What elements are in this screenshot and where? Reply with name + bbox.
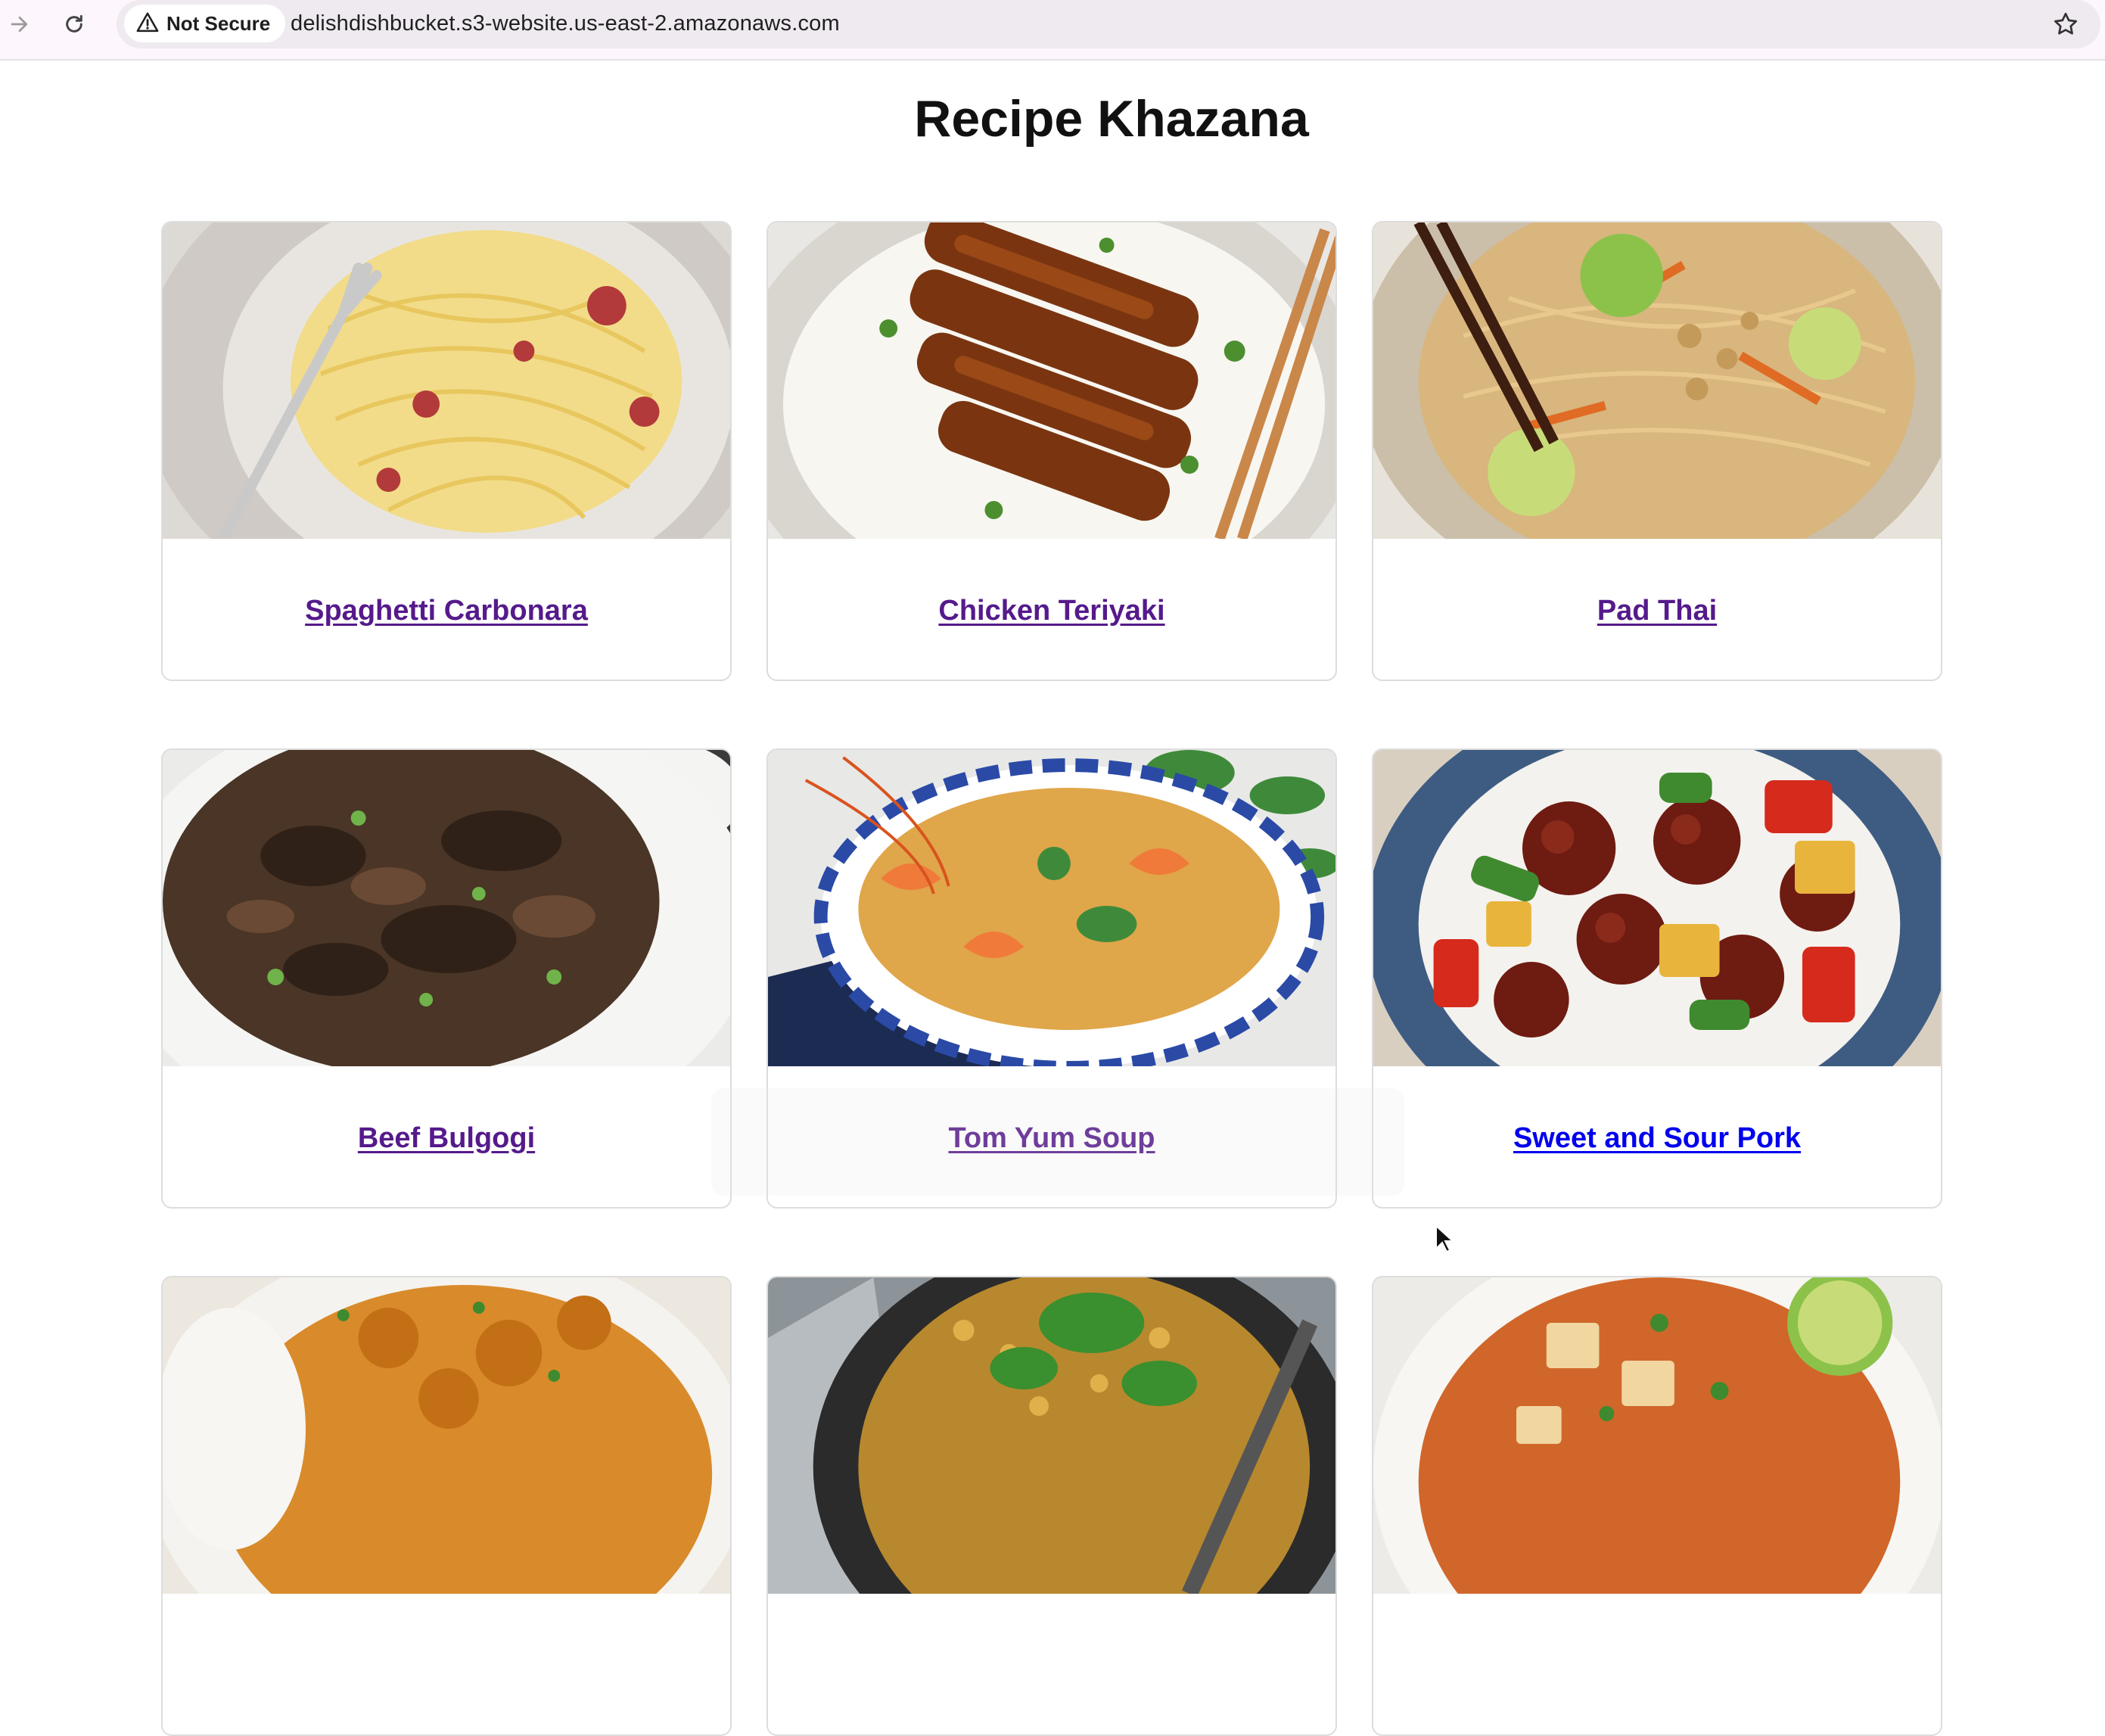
- recipe-image[interactable]: [163, 750, 730, 1066]
- reload-icon[interactable]: [58, 8, 91, 41]
- recipe-link[interactable]: Chicken Teriyaki: [938, 595, 1164, 627]
- recipe-title-area: Pad Thai: [1373, 539, 1941, 680]
- recipe-title-area: Sweet and Sour Pork: [1373, 1066, 1941, 1207]
- recipe-card[interactable]: [161, 1276, 732, 1736]
- security-label: Not Secure: [166, 11, 271, 35]
- address-bar[interactable]: Not Secure delishdishbucket.s3-website.u…: [117, 0, 2100, 48]
- recipe-title-area: [1373, 1594, 1941, 1734]
- recipe-image[interactable]: [1373, 750, 1941, 1066]
- browser-toolbar: Not Secure delishdishbucket.s3-website.u…: [0, 0, 2105, 61]
- page-title: Recipe Khazana: [914, 90, 1309, 148]
- url-text[interactable]: delishdishbucket.s3-website.us-east-2.am…: [291, 0, 840, 48]
- recipe-card[interactable]: Beef Bulgogi: [161, 748, 732, 1209]
- warning-triangle-icon: [136, 11, 159, 36]
- recipe-link[interactable]: Pad Thai: [1597, 595, 1717, 627]
- recipe-card[interactable]: Spaghetti Carbonara: [161, 221, 732, 681]
- security-indicator[interactable]: Not Secure: [124, 5, 286, 42]
- recipe-link[interactable]: Spaghetti Carbonara: [305, 595, 588, 627]
- recipe-card[interactable]: Chicken Teriyaki: [766, 221, 1337, 681]
- star-icon[interactable]: [2047, 6, 2084, 42]
- recipe-card[interactable]: [766, 1276, 1337, 1736]
- recipe-title-area: Beef Bulgogi: [163, 1066, 730, 1207]
- recipe-image[interactable]: [1373, 222, 1941, 539]
- mouse-cursor-icon: [1435, 1224, 1455, 1257]
- recipe-title-area: Spaghetti Carbonara: [163, 539, 730, 680]
- recipe-title-area: [768, 1594, 1335, 1734]
- forward-arrow-icon[interactable]: [3, 8, 36, 41]
- recipe-image[interactable]: [1373, 1277, 1941, 1594]
- recipe-link[interactable]: Beef Bulgogi: [358, 1122, 535, 1155]
- recipe-card[interactable]: Sweet and Sour Pork: [1372, 748, 1942, 1209]
- media-controls-overlay: [711, 1088, 1404, 1196]
- recipe-image[interactable]: [768, 222, 1335, 539]
- recipe-card[interactable]: [1372, 1276, 1942, 1736]
- recipe-image[interactable]: [163, 222, 730, 539]
- recipe-link[interactable]: Sweet and Sour Pork: [1513, 1122, 1801, 1155]
- recipe-title-area: Chicken Teriyaki: [768, 539, 1335, 680]
- recipe-image[interactable]: [768, 750, 1335, 1066]
- recipe-card[interactable]: Pad Thai: [1372, 221, 1942, 681]
- recipe-image[interactable]: [768, 1277, 1335, 1594]
- recipe-image[interactable]: [163, 1277, 730, 1594]
- recipe-title-area: [163, 1594, 730, 1734]
